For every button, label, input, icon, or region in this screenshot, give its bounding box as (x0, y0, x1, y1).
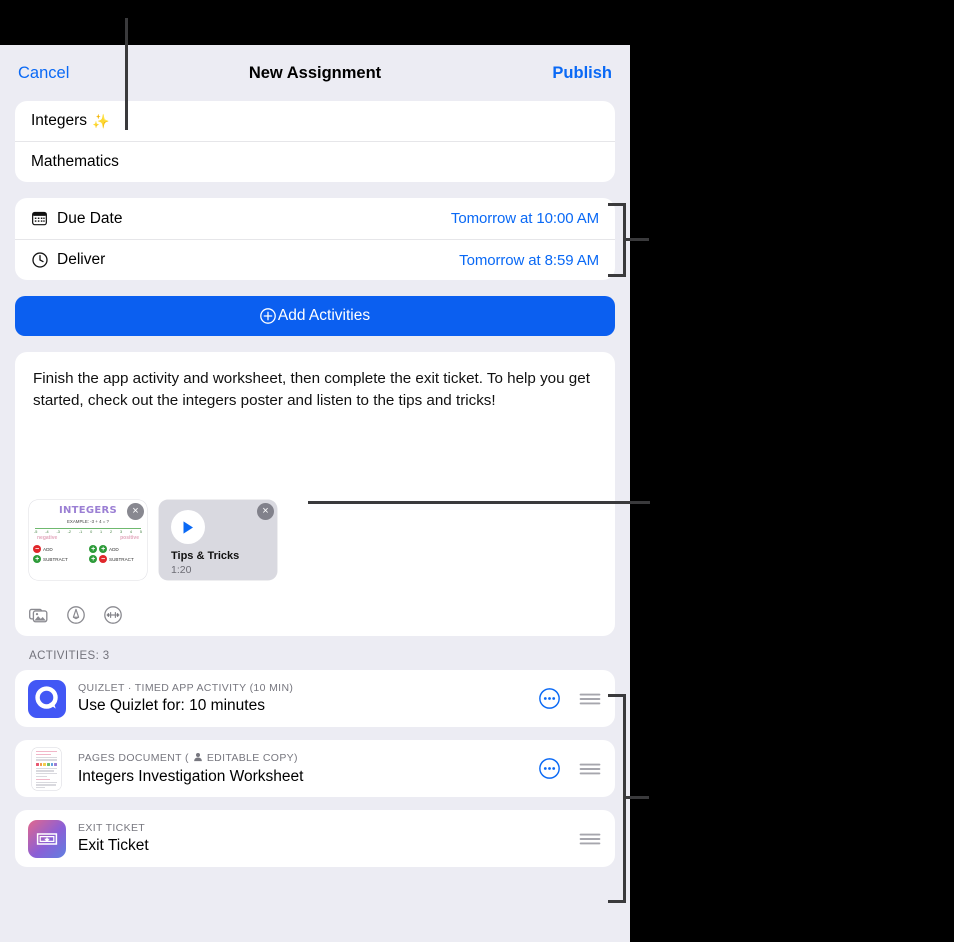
add-activities-label: Add Activities (277, 307, 371, 324)
callout-bracket-schedule-bottom (608, 274, 626, 277)
callout-bracket-activities-bottom (608, 900, 626, 903)
poster-rule-text: SUBTRACT (109, 556, 134, 562)
activity-actions (539, 758, 601, 779)
assignment-title-field[interactable]: Integers ✨ (15, 101, 615, 141)
drag-handle-icon[interactable] (579, 691, 601, 707)
deliver-row[interactable]: Deliver Tomorrow at 8:59 AM (15, 239, 615, 280)
activity-row-exit-ticket[interactable]: EXIT TICKET Exit Ticket (15, 810, 615, 867)
attachment-integers-poster[interactable]: INTEGERS EXAMPLE: -3 + 4 = ? -5 -4 -3 -2 -1 0… (29, 500, 147, 580)
navigation-bar: Cancel New Assignment Publish (0, 45, 630, 101)
activity-actions (579, 831, 601, 847)
photo-library-icon[interactable] (29, 607, 48, 624)
more-options-icon[interactable] (539, 758, 560, 779)
assignment-subject-value: Mathematics (31, 153, 119, 170)
due-date-label: Due Date (57, 209, 123, 227)
activity-title: Use Quizlet for: 10 minutes (78, 697, 265, 714)
activity-kicker-badge: EDITABLE COPY) (206, 752, 298, 764)
play-icon[interactable] (171, 510, 205, 544)
poster-left-word: negative (37, 535, 58, 541)
activity-row-pages-document[interactable]: PAGES DOCUMENT ( EDITABLE COPY) Integers… (15, 740, 615, 797)
callout-bracket-schedule-stem (623, 238, 649, 241)
schedule-card: Due Date Tomorrow at 10:00 AM Deliver To… (15, 198, 615, 280)
add-activities-button[interactable]: Add Activities (15, 296, 615, 336)
media-toolbar (29, 606, 122, 624)
page-title: New Assignment (248, 63, 382, 82)
deliver-value[interactable]: Tomorrow at 8:59 AM (459, 252, 599, 269)
assignment-details-card: Integers ✨ Mathematics (15, 101, 615, 182)
activity-kicker: PAGES DOCUMENT ( EDITABLE COPY) (78, 752, 303, 765)
remove-attachment-icon[interactable]: × (127, 503, 144, 520)
deliver-label: Deliver (57, 251, 106, 268)
callout-bracket-activities-stem (623, 796, 649, 799)
plus-dot-icon: + (89, 545, 97, 553)
activity-kicker-prefix: PAGES DOCUMENT ( (78, 752, 189, 764)
plus-dot-icon: + (99, 545, 107, 553)
markup-pen-icon[interactable] (67, 606, 85, 624)
remove-attachment-icon[interactable]: × (257, 503, 274, 520)
plus-dot-icon: + (33, 555, 41, 563)
callout-line-attachments (308, 501, 650, 504)
clock-icon (31, 252, 48, 269)
drag-handle-icon[interactable] (579, 831, 601, 847)
instructions-text[interactable]: Finish the app activity and worksheet, t… (33, 368, 597, 411)
video-title: Tips & Tricks (171, 550, 240, 562)
pages-document-thumbnail (32, 747, 61, 790)
assignment-title-value: Integers (31, 112, 88, 129)
sparkle-icon: ✨ (92, 112, 110, 129)
due-date-value[interactable]: Tomorrow at 10:00 AM (451, 210, 599, 227)
poster-rule-rows: − ADD + + ADD + SUBTRACT + − SUBTRACT (29, 544, 147, 564)
screenshot-root: Cancel New Assignment Publish Integers ✨… (0, 0, 954, 942)
callout-line-title (125, 18, 128, 130)
activity-kicker: EXIT TICKET (78, 822, 146, 834)
poster-direction-words: negative positive (37, 535, 139, 541)
assignment-subject-field[interactable]: Mathematics (15, 141, 615, 182)
poster-example: EXAMPLE: -3 + 4 = ? (67, 519, 109, 524)
drag-handle-icon[interactable] (579, 761, 601, 777)
poster-right-word: positive (120, 535, 139, 541)
minus-dot-icon: − (99, 555, 107, 563)
publish-button[interactable]: Publish (552, 64, 612, 83)
exit-ticket-icon (28, 819, 66, 858)
poster-rule-row: + SUBTRACT + − SUBTRACT (29, 554, 147, 564)
activity-kicker: QUIZLET · TIMED APP ACTIVITY (10 MIN) (78, 682, 294, 694)
more-options-icon[interactable] (539, 688, 560, 709)
cancel-button[interactable]: Cancel (18, 64, 69, 83)
video-duration: 1:20 (171, 564, 192, 576)
pages-document-icon (32, 747, 61, 790)
calendar-icon (31, 210, 48, 227)
activity-actions (539, 688, 601, 709)
activity-text: QUIZLET · TIMED APP ACTIVITY (10 MIN) Us… (78, 682, 293, 715)
poster-rule-text: ADD (43, 546, 53, 552)
poster-number-line (35, 528, 141, 529)
quizlet-app-icon (28, 679, 66, 718)
new-assignment-sheet: Cancel New Assignment Publish Integers ✨… (0, 45, 630, 942)
activity-title: Integers Investigation Worksheet (78, 767, 304, 785)
poster-rule-text: ADD (109, 546, 119, 552)
poster-rule-row: − ADD + + ADD (29, 544, 147, 554)
activities-section-label: ACTIVITIES: 3 (29, 650, 110, 662)
activity-title: Exit Ticket (78, 837, 149, 854)
poster-rule-text: SUBTRACT (43, 556, 68, 562)
minus-dot-icon: − (33, 545, 41, 553)
due-date-row[interactable]: Due Date Tomorrow at 10:00 AM (15, 198, 615, 239)
instructions-card[interactable]: Finish the app activity and worksheet, t… (15, 352, 615, 636)
poster-number-labels: -5 -4 -3 -2 -1 0 1 2 3 4 5 (34, 530, 142, 534)
activity-text: PAGES DOCUMENT ( EDITABLE COPY) Integers… (78, 752, 303, 786)
activity-text: EXIT TICKET Exit Ticket (78, 822, 149, 855)
attachments-strip: INTEGERS EXAMPLE: -3 + 4 = ? -5 -4 -3 -2 -1 0… (29, 500, 277, 580)
attachment-tips-and-tricks-video[interactable]: Tips & Tricks 1:20 × (159, 500, 277, 580)
person-badge-icon (193, 752, 203, 765)
plus-dot-icon: + (89, 555, 97, 563)
plus-circle-icon (260, 308, 276, 324)
activity-row-quizlet[interactable]: QUIZLET · TIMED APP ACTIVITY (10 MIN) Us… (15, 670, 615, 727)
audio-wave-icon[interactable] (104, 606, 122, 624)
